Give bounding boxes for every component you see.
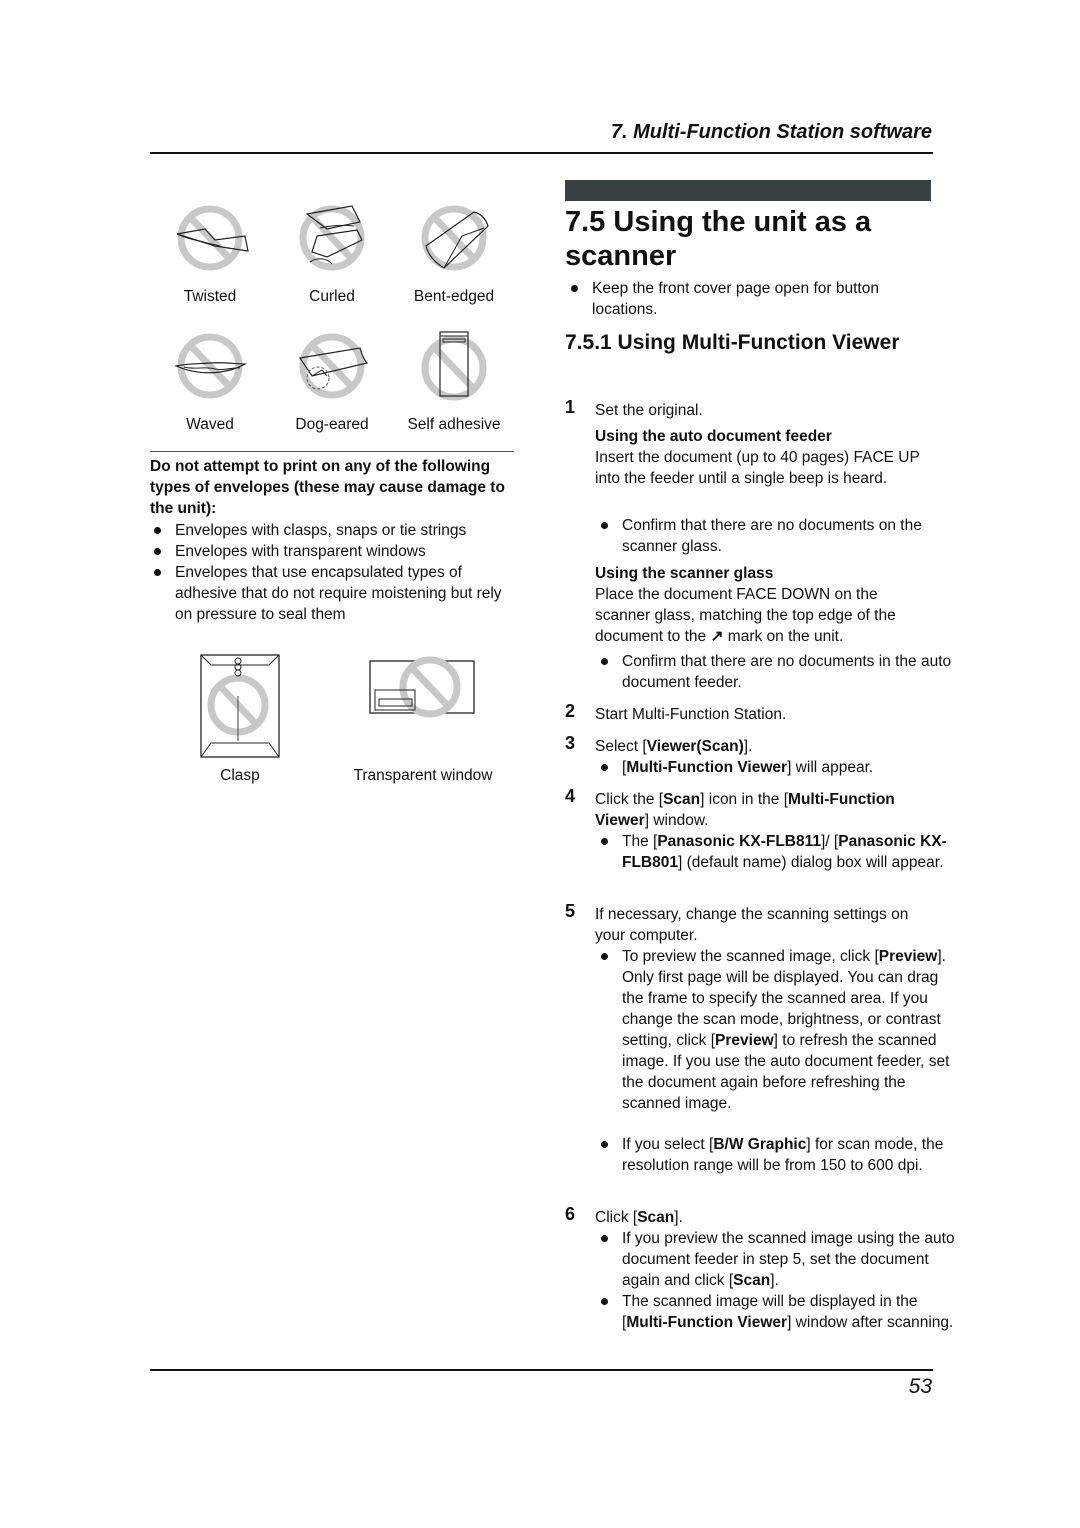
step-text: Start Multi-Function Station. [595,706,787,723]
paper-icon-bent-edged: Bent-edged [394,202,514,306]
step-bullet: To preview the scanned image, click [Pre… [595,946,962,1114]
step-text: Set the original. [595,402,703,419]
bullet-icon [601,1235,608,1242]
bullet-icon [154,569,161,576]
self-adhesive-envelope-prohibited-icon [421,331,487,401]
section-note: Keep the front cover page open for butto… [565,278,937,320]
paper-icon-waved: Waved [150,330,270,434]
glass-heading: Using the scanner glass [595,565,774,582]
section-bar [565,180,931,201]
step-text: Select [Viewer(Scan)]. [595,738,753,755]
chapter-title: 7. Multi-Function Station software [610,121,932,143]
paper-icon-dog-eared: Dog-eared [272,330,392,434]
paper-label: Waved [186,416,234,433]
window-envelope-prohibited-icon [369,656,475,718]
clasp-envelope-prohibited-icon [200,654,280,758]
step-bullet: [Multi-Function Viewer] will appear. [595,757,962,778]
waved-paper-prohibited-icon [174,333,248,399]
paper-label: Twisted [183,288,237,305]
envelope-label: Transparent window [353,767,493,784]
bullet-icon [601,1141,608,1148]
step-number: 5 [565,901,576,921]
envelope-label: Clasp [220,767,260,784]
adf-bullet: Confirm that there are no documents on t… [595,515,962,557]
step-number: 3 [565,733,576,753]
section-title: 7.5 Using the unit as a scanner [565,206,872,272]
step-number: 6 [565,1204,576,1224]
bullet-icon [601,764,608,771]
bullet-icon [601,658,608,665]
paper-label: Self adhesive [407,416,501,433]
envelope-warning-list: Envelopes with clasps, snaps or tie stri… [150,520,514,625]
list-item: Envelopes that use encapsulated types of… [150,562,514,625]
subsection-title: 7.5.1 Using Multi-Function Viewer [565,331,900,354]
envelope-warning-heading: Do not attempt to print on any of the fo… [150,458,505,517]
bent-edged-paper-prohibited-icon [421,205,489,271]
envelope-icon-clasp: Clasp [180,653,300,785]
step-bullet: The scanned image will be displayed in t… [595,1291,962,1333]
step-text: Click the [Scan] icon in the [Multi-Func… [595,791,895,829]
bullet-icon [601,522,608,529]
bullet-icon [601,838,608,845]
list-item: Envelopes with clasps, snaps or tie stri… [150,520,514,541]
header-divider [150,152,933,154]
bullet-icon [154,527,161,534]
dog-eared-paper-prohibited-icon [298,333,369,399]
bullet-icon [601,953,608,960]
bullet-icon [154,548,161,555]
paper-label: Dog-eared [295,416,369,433]
step-number: 4 [565,786,576,806]
paper-label: Curled [309,288,355,305]
bullet-icon [571,285,578,292]
glass-bullet: Confirm that there are no documents in t… [595,651,962,693]
paper-label: Bent-edged [413,288,495,305]
left-divider [150,451,514,452]
step-bullet: If you preview the scanned image using t… [595,1228,962,1291]
step-number: 1 [565,397,576,417]
step-bullet: The [Panasonic KX-FLB811]/ [Panasonic KX… [595,831,962,873]
paper-icon-curled: Curled [272,202,392,306]
paper-icon-twisted: Twisted [150,202,270,306]
step-text: Click [Scan]. [595,1209,683,1226]
footer-divider [150,1369,933,1371]
list-item: Envelopes with transparent windows [150,541,514,562]
paper-icon-self-adhesive: Self adhesive [394,330,514,434]
bullet-icon [601,1298,608,1305]
step-number: 2 [565,701,576,721]
envelope-icon-window: Transparent window [348,653,498,785]
arrow-mark-icon: ↗ [710,628,724,645]
adf-heading: Using the auto document feeder [595,428,832,445]
twisted-paper-prohibited-icon [176,205,249,271]
step-bullet: If you select [B/W Graphic] for scan mod… [595,1134,962,1176]
curled-paper-prohibited-icon [299,205,365,271]
step-text: If necessary, change the scanning settin… [595,906,909,944]
glass-text: Place the document FACE DOWN on the scan… [595,586,896,645]
adf-text: Insert the document (up to 40 pages) FAC… [595,449,920,487]
page-number: 53 [908,1375,932,1398]
